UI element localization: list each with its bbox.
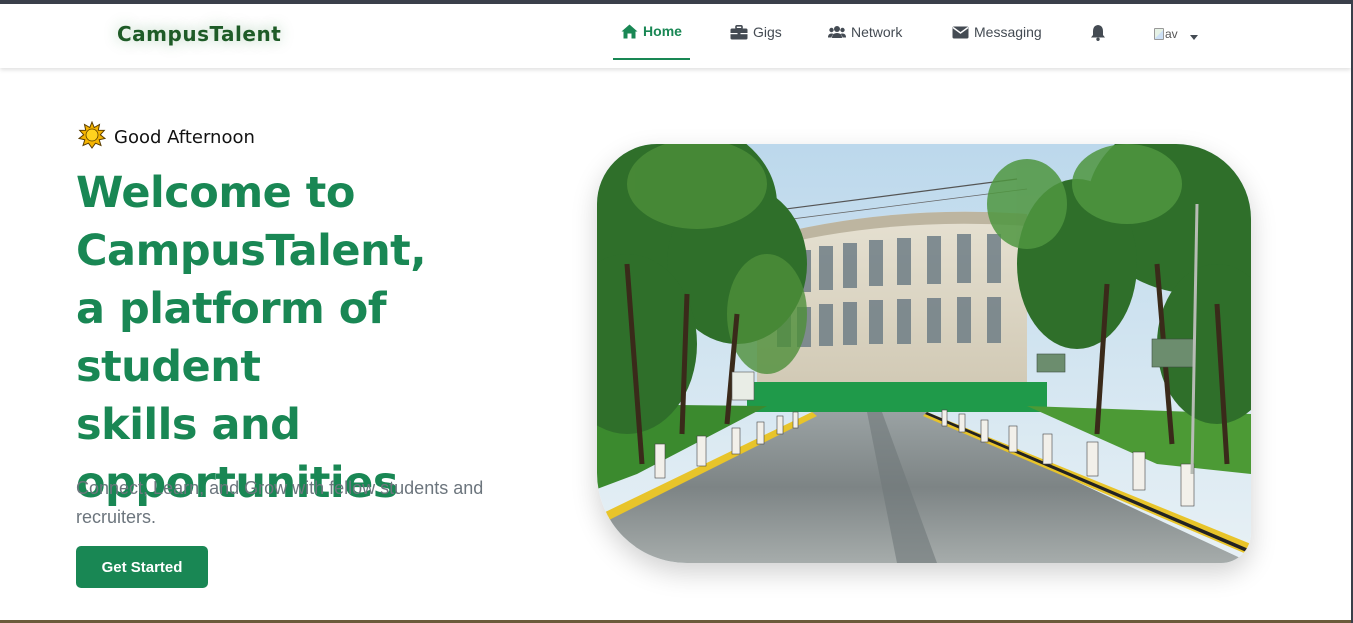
nav-item-gigs[interactable]: Gigs — [730, 4, 782, 60]
nav-item-network[interactable]: Network — [828, 4, 902, 60]
sun-icon — [77, 120, 107, 153]
headline-line: CampusTalent, — [76, 226, 427, 276]
headline-line: a platform of student — [76, 284, 387, 392]
hero-headline: Welcome to CampusTalent, a platform of s… — [76, 164, 576, 512]
notifications-button[interactable] — [1090, 4, 1106, 60]
nav-item-messaging[interactable]: Messaging — [952, 4, 1042, 60]
bell-icon — [1090, 24, 1106, 41]
envelope-icon — [952, 26, 969, 39]
headline-line: skills and — [76, 400, 301, 450]
broken-image-icon — [1154, 28, 1164, 40]
profile-dropdown[interactable]: av — [1154, 25, 1198, 43]
users-icon — [828, 25, 846, 39]
avatar-alt-text: av — [1165, 27, 1178, 41]
home-icon — [621, 24, 638, 39]
greeting: Good Afternoon — [77, 120, 255, 153]
browser-window: CampusTalent Home Gigs Network Messaging… — [0, 0, 1353, 623]
top-navbar: CampusTalent Home Gigs Network Messaging… — [0, 4, 1351, 68]
greeting-text: Good Afternoon — [114, 126, 255, 148]
nav-label-gigs: Gigs — [753, 24, 782, 40]
briefcase-icon — [730, 24, 748, 40]
avatar[interactable]: av — [1154, 27, 1188, 41]
nav-label-home: Home — [643, 23, 682, 39]
hero-subtitle: Connect, Learn, and Grow with fellow stu… — [76, 478, 484, 527]
caret-down-icon — [1190, 25, 1198, 44]
nav-links: Home Gigs Network Messaging av — [0, 4, 1351, 68]
headline-line: Welcome to — [76, 168, 355, 218]
nav-item-home[interactable]: Home — [613, 4, 690, 60]
nav-label-messaging: Messaging — [974, 24, 1042, 40]
nav-label-network: Network — [851, 24, 903, 40]
hero-campus-image — [597, 144, 1251, 563]
get-started-button[interactable]: Get Started — [76, 546, 208, 588]
